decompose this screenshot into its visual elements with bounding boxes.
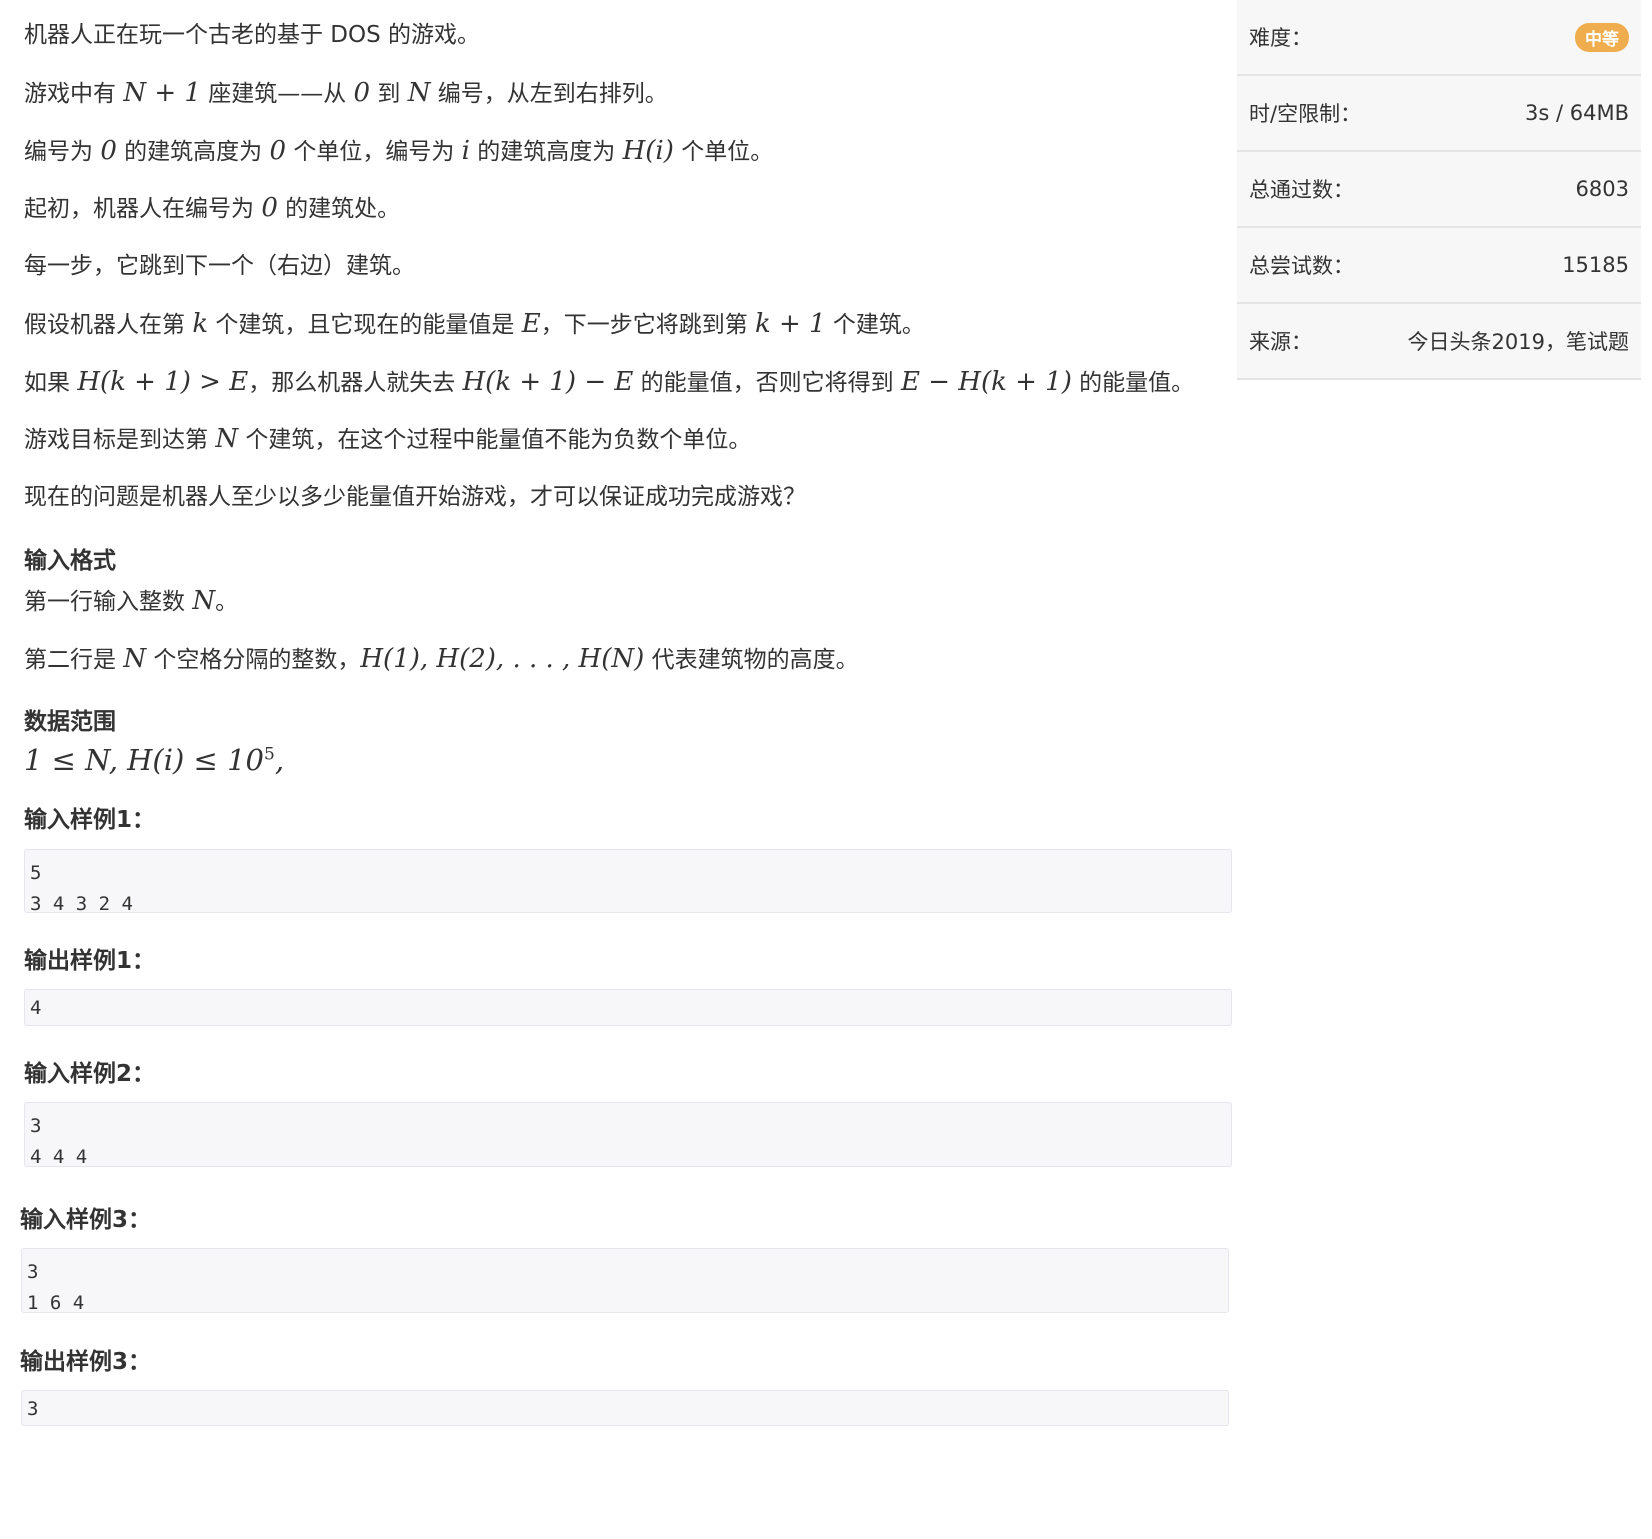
text: 机器人正在玩一个古老的基于 DOS 的游戏。: [24, 22, 481, 48]
math: N: [215, 424, 239, 454]
math: 0: [261, 193, 278, 223]
text: 第二行是: [24, 647, 124, 673]
text: 个建筑，在这个过程中能量值不能为负数个单位。: [238, 427, 752, 453]
sample-output-3[interactable]: 3: [21, 1390, 1229, 1426]
paragraph-goal: 游戏目标是到达第 N 个建筑，在这个过程中能量值不能为负数个单位。: [24, 423, 751, 456]
text: 的能量值，否则它将得到: [633, 370, 901, 396]
text: 个单位。: [673, 139, 774, 165]
paragraph-assume: 假设机器人在第 k 个建筑，且它现在的能量值是 E，下一步它将跳到第 k + 1…: [24, 308, 925, 341]
source-value[interactable]: 今日头条2019，笔试题: [1408, 326, 1629, 356]
text: 的建筑高度为: [469, 139, 623, 165]
math: k + 1: [755, 309, 826, 339]
math: N: [407, 78, 431, 108]
math: E: [521, 309, 541, 339]
text: 每一步，它跳到下一个（右边）建筑。: [24, 253, 415, 279]
passed-value: 6803: [1575, 177, 1629, 201]
attempts-label: 总尝试数：: [1249, 254, 1354, 278]
text: 座建筑——从: [200, 81, 354, 107]
source-row: 来源： 今日头条2019，笔试题: [1237, 304, 1641, 380]
limit-row: 时/空限制： 3s / 64MB: [1237, 76, 1641, 152]
heading-sample-input-3: 输入样例3：: [20, 1207, 152, 1233]
math: k: [192, 309, 209, 339]
passed-row: 总通过数： 6803: [1237, 152, 1641, 228]
math: H(1), H(2), . . . , H(N): [360, 644, 645, 674]
text: ，那么机器人就失去: [248, 370, 463, 396]
heading-sample-input-2: 输入样例2：: [24, 1061, 156, 1087]
text: 个单位，编号为: [286, 139, 462, 165]
paragraph-question: 现在的问题是机器人至少以多少能量值开始游戏，才可以保证成功完成游戏？: [24, 481, 806, 513]
text: 现在的问题是机器人至少以多少能量值开始游戏，才可以保证成功完成游戏？: [24, 484, 806, 510]
text: 个建筑，且它现在的能量值是: [208, 312, 522, 338]
problem-info-sidebar: 难度： 中等 时/空限制： 3s / 64MB 总通过数： 6803 总尝试数：…: [1237, 0, 1641, 380]
heading-input-format: 输入格式: [24, 548, 116, 574]
math: 0: [353, 78, 371, 108]
text: ，下一步它将跳到第: [540, 312, 755, 338]
text: 代表建筑物的高度。: [644, 647, 859, 673]
text: 第一行输入整数: [24, 589, 193, 615]
limit-value: 3s / 64MB: [1525, 101, 1629, 125]
text: 个建筑。: [825, 312, 925, 338]
math: i: [461, 136, 470, 166]
sample-input-2[interactable]: 3 4 4 4: [24, 1102, 1232, 1168]
math: N: [192, 586, 216, 616]
difficulty-row: 难度： 中等: [1237, 0, 1641, 76]
math-exponent: 5: [263, 744, 275, 765]
math: E − H(k + 1): [901, 367, 1072, 397]
text: 起初，机器人在编号为: [24, 196, 262, 222]
paragraph-buildings: 游戏中有 N + 1 座建筑——从 0 到 N 编号，从左到右排列。: [24, 77, 668, 110]
math: H(k + 1) − E: [462, 367, 634, 397]
math: N + 1: [123, 78, 201, 108]
math: H(i): [622, 136, 674, 166]
paragraph-rule: 如果 H(k + 1) > E，那么机器人就失去 H(k + 1) − E 的能…: [24, 366, 1194, 399]
passed-label: 总通过数：: [1249, 178, 1354, 202]
text: 的建筑处。: [277, 196, 401, 222]
text: 游戏目标是到达第: [24, 427, 216, 453]
data-range-formula: 1 ≤ N, H(i) ≤ 105,: [24, 743, 284, 777]
paragraph-start: 起初，机器人在编号为 0 的建筑处。: [24, 192, 400, 225]
text: 的建筑高度为: [116, 139, 270, 165]
paragraph-input-line1: 第一行输入整数 N。: [24, 585, 238, 618]
heading-sample-output-1: 输出样例1：: [24, 948, 156, 974]
text: 游戏中有: [24, 81, 124, 107]
sample-output-1[interactable]: 4: [24, 989, 1232, 1026]
text: 到: [370, 81, 408, 107]
text: 如果: [24, 370, 78, 396]
attempts-row: 总尝试数： 15185: [1237, 228, 1641, 304]
text: 假设机器人在第: [24, 312, 193, 338]
text: 个空格分隔的整数，: [146, 647, 361, 673]
paragraph-step: 每一步，它跳到下一个（右边）建筑。: [24, 250, 415, 282]
math: 1 ≤ N, H(i) ≤ 10: [24, 743, 264, 777]
text: 的能量值。: [1071, 370, 1195, 396]
text: 。: [215, 589, 239, 615]
paragraph-input-line2: 第二行是 N 个空格分隔的整数，H(1), H(2), . . . , H(N)…: [24, 643, 859, 676]
limit-label: 时/空限制：: [1249, 102, 1362, 126]
source-label: 来源：: [1249, 330, 1312, 354]
difficulty-label: 难度：: [1249, 26, 1312, 50]
heading-sample-input-1: 输入样例1：: [24, 807, 156, 833]
text: 编号为: [24, 139, 101, 165]
sample-input-3[interactable]: 3 1 6 4: [21, 1248, 1229, 1314]
paragraph-intro: 机器人正在玩一个古老的基于 DOS 的游戏。: [24, 19, 480, 51]
text: ,: [274, 743, 285, 777]
text: 编号，从左到右排列。: [430, 81, 668, 107]
math: 0: [100, 136, 117, 166]
sample-input-1[interactable]: 5 3 4 3 2 4: [24, 849, 1232, 915]
paragraph-heights: 编号为 0 的建筑高度为 0 个单位，编号为 i 的建筑高度为 H(i) 个单位…: [24, 135, 773, 168]
difficulty-badge: 中等: [1575, 22, 1629, 52]
math: 0: [269, 136, 287, 166]
heading-data-range: 数据范围: [24, 709, 116, 735]
attempts-value: 15185: [1562, 253, 1629, 277]
math: H(k + 1) > E: [77, 367, 249, 397]
math: N: [123, 644, 147, 674]
heading-sample-output-3: 输出样例3：: [20, 1349, 152, 1375]
